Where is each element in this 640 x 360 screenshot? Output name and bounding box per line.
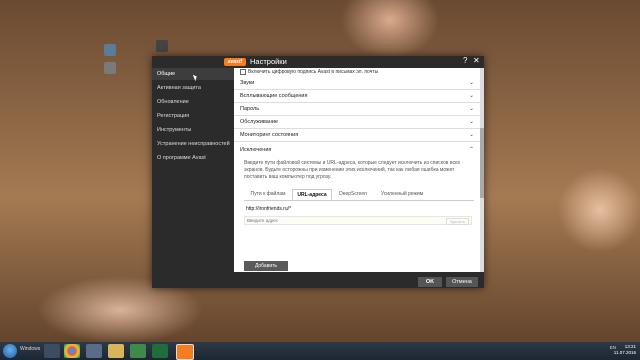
tray-clock[interactable]: 13:21 11.07.2016 (614, 344, 636, 356)
app-icon[interactable] (130, 344, 146, 358)
close-button[interactable]: ✕ (473, 56, 480, 65)
section-label: Исключения (240, 147, 272, 153)
folder-icon[interactable] (108, 344, 124, 358)
sidebar-item-active-protection[interactable]: Активная защита (152, 82, 234, 94)
window-title: Настройки (250, 57, 287, 66)
sidebar-item-troubleshooting[interactable]: Устранение неисправностей (152, 138, 234, 150)
start-button[interactable] (3, 344, 17, 358)
url-input[interactable] (245, 217, 429, 224)
window-titlebar[interactable]: avast! Настройки ? ✕ (152, 56, 484, 68)
url-exclusion-entry[interactable]: http://ironfriends.ru/* (246, 206, 291, 212)
tab-deepscreen[interactable]: DeepScreen (334, 189, 372, 200)
section-exclusions[interactable]: Исключения ⌃ (234, 144, 480, 157)
cancel-button[interactable]: Отмена (446, 277, 478, 287)
avast-settings-window: avast! Настройки ? ✕ Общие Активная защи… (152, 56, 484, 288)
section-label: Звуки (240, 80, 255, 86)
section-label: Обслуживание (240, 119, 278, 125)
section-maintenance[interactable]: Обслуживание ⌄ (234, 116, 480, 129)
chevron-down-icon: ⌄ (468, 119, 474, 125)
camtasia-icon[interactable] (152, 344, 168, 358)
save-icon[interactable] (86, 344, 102, 358)
checkbox-icon[interactable] (240, 68, 246, 75)
desktop-shortcut-icon[interactable] (104, 44, 116, 56)
tab-hardened-mode[interactable]: Усиленный режим (374, 189, 430, 200)
section-status-monitoring[interactable]: Мониторинг состояния ⌄ (234, 129, 480, 142)
settings-sidebar: Общие Активная защита Обновление Регистр… (152, 68, 234, 288)
chevron-down-icon: ⌄ (468, 93, 474, 99)
section-label: Мониторинг состояния (240, 132, 299, 138)
settings-content: Включить цифровую подпись Avast в письма… (234, 68, 480, 272)
digital-signature-option[interactable]: Включить цифровую подпись Avast в письма… (240, 68, 378, 77)
avast-logo: avast! (224, 58, 246, 66)
section-popups[interactable]: Всплывающие сообщения ⌄ (234, 90, 480, 103)
checkbox-label: Включить цифровую подпись Avast в письма… (248, 69, 379, 75)
start-label: Windows (20, 346, 41, 352)
chrome-icon[interactable] (64, 344, 80, 358)
ok-button[interactable]: OK (418, 277, 442, 287)
scrollbar-thumb[interactable] (480, 128, 484, 198)
section-label: Пароль (240, 106, 260, 112)
taskbar: Windows EN 13:21 11.07.2016 (0, 342, 640, 360)
desktop-shortcut-icon[interactable] (156, 40, 168, 52)
sidebar-item-update[interactable]: Обновление (152, 96, 234, 108)
avast-taskbar-icon[interactable] (176, 344, 194, 360)
chevron-down-icon: ⌄ (468, 80, 474, 86)
content-scrollbar[interactable] (480, 68, 484, 272)
exclusions-description: Введите пути файловой системы и URL-адре… (244, 160, 461, 180)
clock-date: 11.07.2016 (613, 350, 636, 355)
delete-button[interactable]: Удалить (445, 218, 469, 225)
exclusions-tabs: Пути к файлам URL-адреса DeepScreen Усил… (244, 189, 474, 201)
chevron-down-icon: ⌄ (468, 106, 474, 112)
desktop-shortcut-icon[interactable] (104, 62, 116, 74)
chevron-down-icon: ⌄ (468, 132, 474, 138)
add-button[interactable]: Добавить (244, 261, 288, 271)
sidebar-item-about[interactable]: О программе Avast (152, 152, 234, 164)
section-password[interactable]: Пароль ⌄ (234, 103, 480, 116)
sidebar-item-tools[interactable]: Инструменты (152, 124, 234, 136)
explorer-icon[interactable] (44, 344, 60, 358)
tab-urls[interactable]: URL-адреса (292, 189, 332, 200)
section-sounds[interactable]: Звуки ⌄ (234, 77, 480, 90)
url-input-row: Удалить (244, 216, 472, 225)
help-button[interactable]: ? (463, 56, 467, 65)
sidebar-item-registration[interactable]: Регистрация (152, 110, 234, 122)
tab-file-paths[interactable]: Пути к файлам (244, 189, 292, 200)
section-label: Всплывающие сообщения (240, 93, 308, 99)
chevron-up-icon: ⌃ (468, 147, 474, 153)
